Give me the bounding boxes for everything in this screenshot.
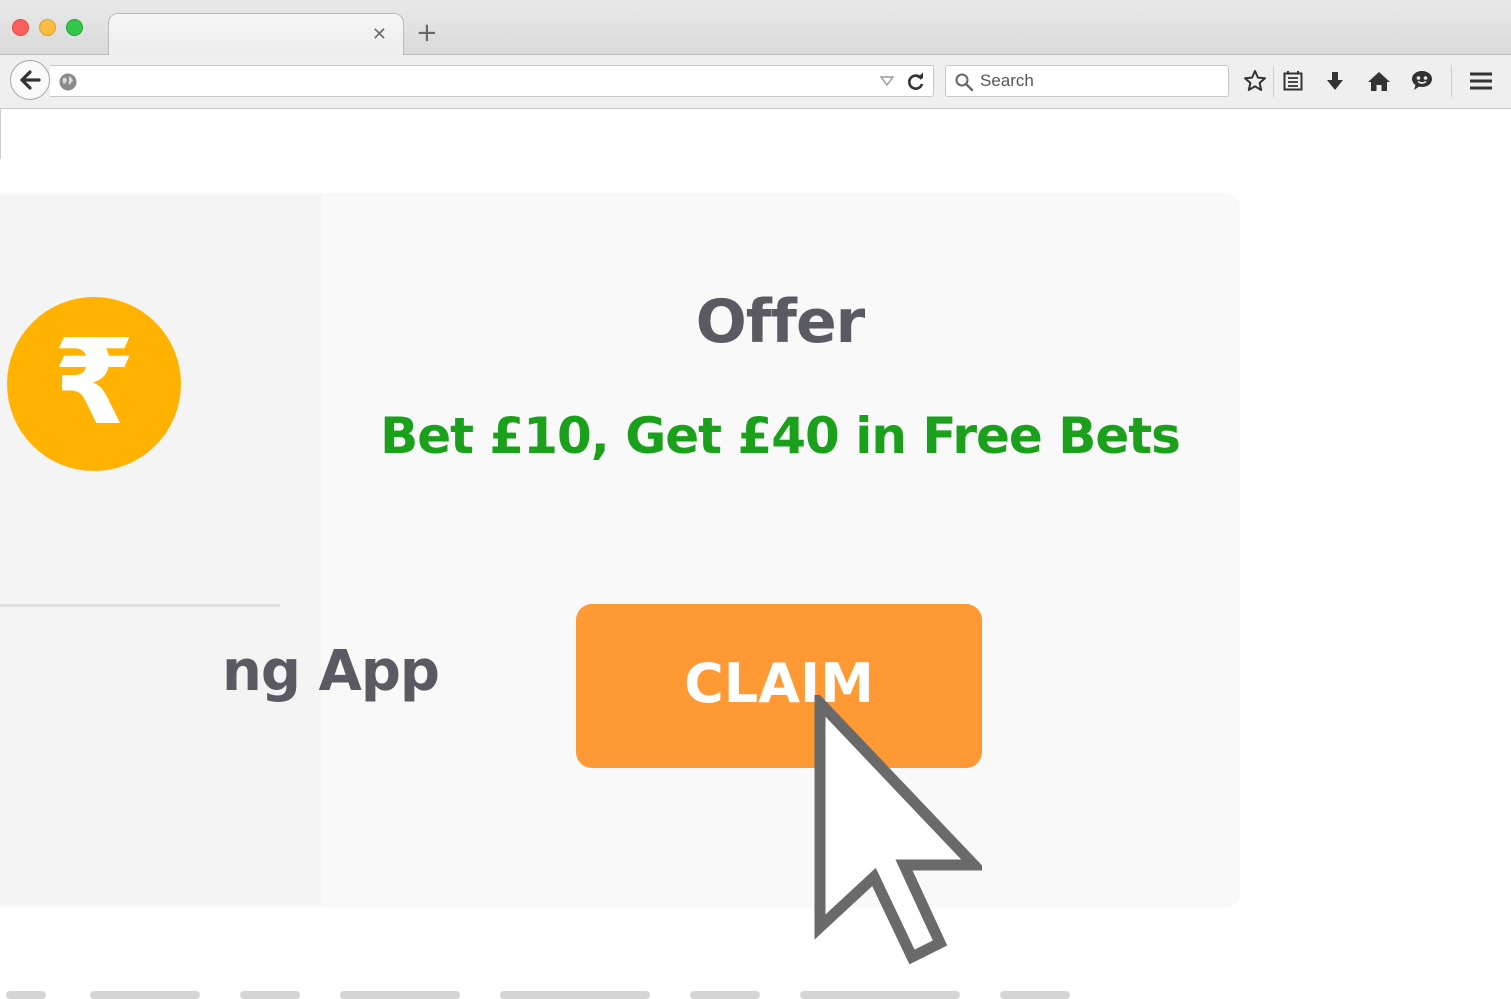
star-icon[interactable]: [1242, 68, 1268, 94]
close-window-button[interactable]: [12, 19, 29, 36]
rupee-symbol: ₹: [52, 313, 136, 451]
web-page: ₹ Offer Bet £10, Get £40 in Free Bets CL…: [0, 109, 1511, 999]
back-button[interactable]: [10, 60, 50, 100]
browser-tab[interactable]: ✕: [108, 13, 404, 55]
browser-window: ✕ + Search ₹ Offer Bet £10, Get £40 in F…: [0, 0, 1511, 999]
new-tab-button[interactable]: +: [416, 20, 438, 46]
chevron-down-icon[interactable]: [880, 76, 894, 86]
search-bar[interactable]: [945, 65, 1229, 97]
menu-icon[interactable]: [1468, 68, 1494, 94]
minimize-window-button[interactable]: [39, 19, 56, 36]
app-label: ng App: [222, 639, 440, 704]
back-arrow-icon: [20, 70, 41, 90]
home-icon[interactable]: [1366, 68, 1392, 94]
page-edge: [0, 109, 1, 159]
toolbar-separator: [1451, 65, 1452, 97]
address-bar[interactable]: [50, 65, 934, 97]
navigation-toolbar: [0, 55, 1511, 109]
search-input[interactable]: [980, 66, 1220, 96]
globe-icon: [59, 73, 77, 91]
offer-text: Bet £10, Get £40 in Free Bets: [380, 407, 1181, 465]
offer-card: ₹ Offer Bet £10, Get £40 in Free Bets CL…: [0, 195, 1238, 905]
reading-list-icon[interactable]: [1280, 68, 1306, 94]
search-icon: [955, 73, 974, 92]
tab-strip: ✕ +: [0, 0, 1511, 55]
maximize-window-button[interactable]: [66, 19, 83, 36]
blurred-text-line: [0, 985, 1511, 999]
chat-icon[interactable]: [1409, 68, 1435, 94]
offer-title: Offer: [695, 287, 866, 357]
rupee-icon: ₹: [7, 297, 181, 471]
toolbar-separator: [1273, 65, 1274, 97]
card-left-panel: ₹: [0, 195, 322, 905]
download-icon[interactable]: [1322, 68, 1348, 94]
reload-icon[interactable]: [906, 72, 926, 92]
pointer-cursor-icon: [814, 695, 982, 965]
close-icon[interactable]: ✕: [372, 24, 387, 44]
divider: [0, 604, 280, 607]
